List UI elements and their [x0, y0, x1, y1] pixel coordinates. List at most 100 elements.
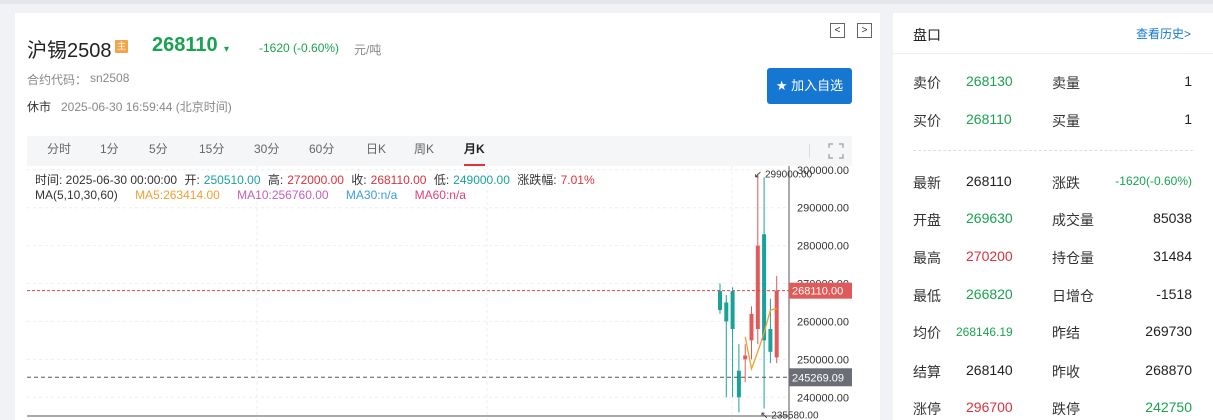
fullscreen-icon[interactable]	[828, 143, 844, 159]
stat-label: 开盘	[913, 212, 941, 228]
quote-main-panel: 沪锡2508 主 268110 ▾ -1620 (-0.60%) 元/吨 合约代…	[15, 13, 880, 420]
candle-body	[730, 291, 735, 330]
quote-timestamp: 2025-06-30 16:59:44 (北京时间)	[61, 100, 232, 114]
tab-divider	[809, 144, 810, 158]
bid-price-label: 买价	[913, 113, 941, 129]
ask-price-label: 卖价	[913, 75, 941, 91]
stat-label: 涨跌	[1052, 175, 1080, 191]
info-open-value: 250510.00	[203, 173, 261, 187]
tab-monthly[interactable]: 月K	[464, 136, 485, 166]
stat-label: 成交量	[1052, 212, 1094, 228]
stat-value: 296700	[966, 399, 1013, 415]
y-tick-label: 280000.00	[797, 241, 849, 253]
tab-15min[interactable]: 15分	[199, 136, 224, 166]
price-unit: 元/吨	[354, 43, 382, 57]
y-tick-label: 250000.00	[797, 354, 849, 366]
stat-label: 昨结	[1052, 325, 1080, 341]
bid-volume: 1	[1184, 111, 1192, 127]
candle-body	[768, 329, 773, 352]
period-tabs: 分时 1分 5分 15分 30分 60分 日K 周K 月K	[27, 136, 852, 166]
add-favorite-label: 加入自选	[791, 78, 844, 93]
market-status: 休市	[27, 100, 52, 114]
main-contract-badge: 主	[115, 40, 128, 53]
max-price-label: ↙ 299000.00	[754, 170, 813, 181]
order-book-panel: 盘口 查看历史> 卖价 268130 卖量 1 买价 268110 买量 1 最…	[893, 13, 1213, 420]
tab-60min[interactable]: 60分	[309, 136, 334, 166]
candle-body	[762, 234, 767, 341]
tab-weekly[interactable]: 周K	[414, 136, 434, 166]
info-time: 时间: 2025-06-30 00:00:00	[35, 173, 178, 187]
info-low-value: 249000.00	[453, 173, 510, 187]
panel-divider	[893, 53, 1213, 54]
stat-value: 269630	[966, 210, 1013, 226]
info-high-value: 272000.00	[287, 173, 344, 187]
ma10-value: MA10:256760.00	[237, 188, 329, 202]
ask-volume-label: 卖量	[1052, 75, 1080, 91]
stat-value: 266820	[966, 286, 1013, 302]
info-pct-label: 涨跌幅:	[517, 173, 557, 187]
info-close-value: 268110.00	[370, 173, 427, 187]
ask-price: 268130	[966, 73, 1013, 89]
tab-daily[interactable]: 日K	[366, 136, 386, 166]
ma-legend: MA(5,10,30,60) MA5:263414.00 MA10:256760…	[35, 188, 480, 202]
y-tick-label: 290000.00	[797, 203, 849, 215]
stat-value: 242750	[1145, 399, 1192, 415]
contract-name: 沪锡2508	[27, 40, 112, 62]
tab-1min[interactable]: 1分	[100, 136, 119, 166]
bid-volume-label: 买量	[1052, 113, 1080, 129]
tab-intraday[interactable]: 分时	[47, 136, 71, 166]
candle-body	[755, 245, 760, 330]
stat-value: 268140	[966, 362, 1013, 378]
order-book-title: 盘口	[913, 27, 941, 43]
stat-label: 最高	[913, 250, 941, 266]
min-price-label: ↖ 235580.00	[760, 411, 819, 420]
ma60-value: MA60:n/a	[414, 188, 466, 202]
stat-label: 跌停	[1052, 401, 1080, 417]
info-close-label: 收:	[351, 173, 367, 187]
last-price: 268110	[152, 34, 218, 56]
contract-code-label: 合约代码：	[27, 73, 88, 87]
info-pct-value: 7.01%	[560, 173, 595, 187]
price-change: -1620 (-0.60%)	[259, 41, 340, 55]
prev-contract-button[interactable]: <	[830, 23, 845, 38]
stat-value: 31484	[1153, 248, 1192, 264]
candle-body	[724, 302, 729, 322]
stat-label: 持仓量	[1052, 250, 1094, 266]
stat-value: 268870	[1145, 362, 1192, 378]
stat-value: 269730	[1145, 323, 1192, 339]
panel-dashed-divider	[913, 150, 1193, 151]
y-tick-label: 260000.00	[797, 316, 849, 328]
stat-value: -1620(-0.60%)	[1115, 174, 1192, 188]
info-low-label: 低:	[433, 173, 450, 187]
stat-value: 270200	[966, 248, 1013, 264]
current-price-label: 268110.00	[792, 286, 843, 298]
ma30-value: MA30:n/a	[345, 188, 398, 202]
contract-code: sn2508	[90, 71, 130, 85]
view-history-link[interactable]: 查看历史>	[1136, 25, 1191, 42]
ma-label: MA(5,10,30,60)	[35, 188, 118, 202]
tab-30min[interactable]: 30分	[254, 136, 279, 166]
next-contract-button[interactable]: >	[857, 23, 872, 38]
candle-body	[749, 313, 754, 341]
candle-body	[736, 370, 741, 398]
ma5-value: MA5:263414.00	[135, 188, 220, 202]
stat-value: 268110	[966, 173, 1012, 189]
candle-body	[743, 355, 748, 360]
kline-chart[interactable]: 300000.00290000.00280000.00270000.002600…	[27, 165, 852, 420]
add-favorite-button[interactable]: ★ 加入自选	[767, 68, 852, 104]
stat-value: -1518	[1156, 286, 1192, 302]
stat-label: 均价	[913, 325, 941, 341]
stat-value: 268146.19	[956, 325, 1013, 339]
stat-label: 涨停	[913, 401, 941, 417]
info-open-label: 开:	[184, 173, 200, 187]
candle-body	[774, 290, 779, 358]
stat-label: 最低	[913, 288, 941, 304]
chart-canvas[interactable]: 300000.00290000.00280000.00270000.002600…	[27, 165, 852, 420]
bid-price: 268110	[966, 111, 1012, 127]
tab-5min[interactable]: 5分	[149, 136, 168, 166]
ask-volume: 1	[1184, 73, 1192, 89]
candle-info-line: 时间: 2025-06-30 00:00:00 开: 250510.00 高: 27…	[35, 171, 599, 188]
info-high-label: 高:	[267, 173, 284, 187]
stat-label: 昨收	[1052, 364, 1080, 380]
stat-label: 最新	[913, 175, 941, 191]
